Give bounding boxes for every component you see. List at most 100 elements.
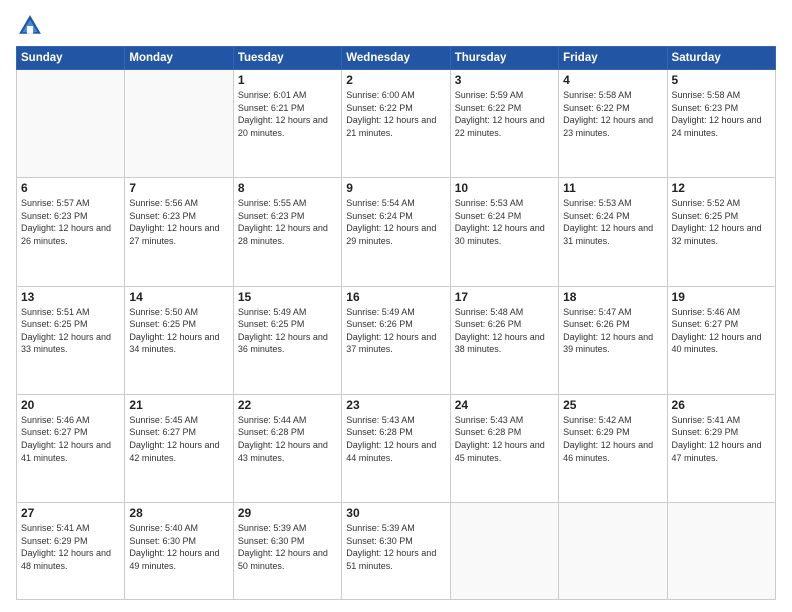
day-info: Sunrise: 6:00 AMSunset: 6:22 PMDaylight:… (346, 89, 445, 139)
calendar-cell: 30 Sunrise: 5:39 AMSunset: 6:30 PMDayligh… (342, 503, 450, 600)
calendar-cell: 13 Sunrise: 5:51 AMSunset: 6:25 PMDayligh… (17, 286, 125, 394)
calendar-cell (559, 503, 667, 600)
calendar-cell: 2 Sunrise: 6:00 AMSunset: 6:22 PMDaylight… (342, 70, 450, 178)
day-info: Sunrise: 5:58 AMSunset: 6:23 PMDaylight:… (672, 89, 771, 139)
calendar-cell: 6 Sunrise: 5:57 AMSunset: 6:23 PMDaylight… (17, 178, 125, 286)
day-info: Sunrise: 5:51 AMSunset: 6:25 PMDaylight:… (21, 306, 120, 356)
week-row-2: 6 Sunrise: 5:57 AMSunset: 6:23 PMDaylight… (17, 178, 776, 286)
day-number: 10 (455, 181, 554, 195)
day-info: Sunrise: 6:01 AMSunset: 6:21 PMDaylight:… (238, 89, 337, 139)
day-number: 14 (129, 290, 228, 304)
day-info: Sunrise: 5:54 AMSunset: 6:24 PMDaylight:… (346, 197, 445, 247)
calendar-cell: 15Sunrise: 5:49 AMSunset: 6:25 PMDayligh… (233, 286, 341, 394)
day-number: 29 (238, 506, 337, 520)
calendar-cell (17, 70, 125, 178)
calendar-cell: 1 Sunrise: 6:01 AMSunset: 6:21 PMDaylight… (233, 70, 341, 178)
day-info: Sunrise: 5:39 AMSunset: 6:30 PMDaylight:… (238, 522, 337, 572)
calendar-cell: 28 Sunrise: 5:40 AMSunset: 6:30 PMDayligh… (125, 503, 233, 600)
day-info: Sunrise: 5:49 AMSunset: 6:26 PMDaylight:… (346, 306, 445, 356)
day-number: 7 (129, 181, 228, 195)
day-info: Sunrise: 5:50 AMSunset: 6:25 PMDaylight:… (129, 306, 228, 356)
day-number: 16 (346, 290, 445, 304)
week-row-5: 27 Sunrise: 5:41 AMSunset: 6:29 PMDayligh… (17, 503, 776, 600)
day-number: 25 (563, 398, 662, 412)
day-info: Sunrise: 5:47 AMSunset: 6:26 PMDaylight:… (563, 306, 662, 356)
day-number: 3 (455, 73, 554, 87)
day-number: 2 (346, 73, 445, 87)
calendar-cell: 3 Sunrise: 5:59 AMSunset: 6:22 PMDaylight… (450, 70, 558, 178)
weekday-header-wednesday: Wednesday (342, 47, 450, 70)
calendar-cell: 26Sunrise: 5:41 AMSunset: 6:29 PMDayligh… (667, 394, 775, 502)
day-info: Sunrise: 5:43 AMSunset: 6:28 PMDaylight:… (455, 414, 554, 464)
day-info: Sunrise: 5:57 AMSunset: 6:23 PMDaylight:… (21, 197, 120, 247)
calendar-cell: 14 Sunrise: 5:50 AMSunset: 6:25 PMDayligh… (125, 286, 233, 394)
calendar-cell (125, 70, 233, 178)
day-info: Sunrise: 5:56 AMSunset: 6:23 PMDaylight:… (129, 197, 228, 247)
day-info: Sunrise: 5:46 AMSunset: 6:27 PMDaylight:… (672, 306, 771, 356)
day-number: 22 (238, 398, 337, 412)
calendar-cell (450, 503, 558, 600)
day-number: 5 (672, 73, 771, 87)
calendar-table: SundayMondayTuesdayWednesdayThursdayFrid… (16, 46, 776, 600)
calendar-cell: 7 Sunrise: 5:56 AMSunset: 6:23 PMDaylight… (125, 178, 233, 286)
day-number: 27 (21, 506, 120, 520)
day-info: Sunrise: 5:44 AMSunset: 6:28 PMDaylight:… (238, 414, 337, 464)
day-info: Sunrise: 5:48 AMSunset: 6:26 PMDaylight:… (455, 306, 554, 356)
logo (16, 12, 48, 40)
day-number: 13 (21, 290, 120, 304)
day-info: Sunrise: 5:53 AMSunset: 6:24 PMDaylight:… (563, 197, 662, 247)
weekday-header-tuesday: Tuesday (233, 47, 341, 70)
day-number: 1 (238, 73, 337, 87)
calendar-cell: 21 Sunrise: 5:45 AMSunset: 6:27 PMDayligh… (125, 394, 233, 502)
calendar-cell: 23 Sunrise: 5:43 AMSunset: 6:28 PMDayligh… (342, 394, 450, 502)
calendar-cell: 27 Sunrise: 5:41 AMSunset: 6:29 PMDayligh… (17, 503, 125, 600)
header (16, 12, 776, 40)
calendar-cell: 19 Sunrise: 5:46 AMSunset: 6:27 PMDayligh… (667, 286, 775, 394)
calendar-cell: 12Sunrise: 5:52 AMSunset: 6:25 PMDayligh… (667, 178, 775, 286)
day-info: Sunrise: 5:43 AMSunset: 6:28 PMDaylight:… (346, 414, 445, 464)
calendar-cell: 29 Sunrise: 5:39 AMSunset: 6:30 PMDayligh… (233, 503, 341, 600)
calendar-cell: 24 Sunrise: 5:43 AMSunset: 6:28 PMDayligh… (450, 394, 558, 502)
day-number: 26 (672, 398, 771, 412)
day-info: Sunrise: 5:39 AMSunset: 6:30 PMDaylight:… (346, 522, 445, 572)
day-number: 28 (129, 506, 228, 520)
day-number: 24 (455, 398, 554, 412)
calendar-cell: 16 Sunrise: 5:49 AMSunset: 6:26 PMDayligh… (342, 286, 450, 394)
day-info: Sunrise: 5:53 AMSunset: 6:24 PMDaylight:… (455, 197, 554, 247)
day-info: Sunrise: 5:59 AMSunset: 6:22 PMDaylight:… (455, 89, 554, 139)
day-number: 19 (672, 290, 771, 304)
day-number: 18 (563, 290, 662, 304)
day-number: 20 (21, 398, 120, 412)
day-info: Sunrise: 5:45 AMSunset: 6:27 PMDaylight:… (129, 414, 228, 464)
day-number: 11 (563, 181, 662, 195)
calendar-cell: 18 Sunrise: 5:47 AMSunset: 6:26 PMDayligh… (559, 286, 667, 394)
day-info: Sunrise: 5:49 AMSunset: 6:25 PMDaylight:… (238, 306, 337, 356)
day-number: 4 (563, 73, 662, 87)
weekday-header-friday: Friday (559, 47, 667, 70)
day-number: 23 (346, 398, 445, 412)
day-info: Sunrise: 5:40 AMSunset: 6:30 PMDaylight:… (129, 522, 228, 572)
day-number: 21 (129, 398, 228, 412)
calendar-cell: 9Sunrise: 5:54 AMSunset: 6:24 PMDaylight… (342, 178, 450, 286)
calendar-cell: 5 Sunrise: 5:58 AMSunset: 6:23 PMDaylight… (667, 70, 775, 178)
day-number: 8 (238, 181, 337, 195)
day-info: Sunrise: 5:46 AMSunset: 6:27 PMDaylight:… (21, 414, 120, 464)
day-number: 17 (455, 290, 554, 304)
calendar-cell: 22 Sunrise: 5:44 AMSunset: 6:28 PMDayligh… (233, 394, 341, 502)
calendar-cell: 25Sunrise: 5:42 AMSunset: 6:29 PMDayligh… (559, 394, 667, 502)
calendar-cell: 11 Sunrise: 5:53 AMSunset: 6:24 PMDayligh… (559, 178, 667, 286)
week-row-1: 1 Sunrise: 6:01 AMSunset: 6:21 PMDaylight… (17, 70, 776, 178)
week-row-4: 20 Sunrise: 5:46 AMSunset: 6:27 PMDayligh… (17, 394, 776, 502)
day-number: 30 (346, 506, 445, 520)
weekday-header-monday: Monday (125, 47, 233, 70)
day-number: 6 (21, 181, 120, 195)
day-info: Sunrise: 5:41 AMSunset: 6:29 PMDaylight:… (21, 522, 120, 572)
day-info: Sunrise: 5:55 AMSunset: 6:23 PMDaylight:… (238, 197, 337, 247)
day-info: Sunrise: 5:58 AMSunset: 6:22 PMDaylight:… (563, 89, 662, 139)
calendar-cell: 8 Sunrise: 5:55 AMSunset: 6:23 PMDaylight… (233, 178, 341, 286)
day-number: 12 (672, 181, 771, 195)
weekday-header-saturday: Saturday (667, 47, 775, 70)
calendar-cell: 10 Sunrise: 5:53 AMSunset: 6:24 PMDayligh… (450, 178, 558, 286)
week-row-3: 13 Sunrise: 5:51 AMSunset: 6:25 PMDayligh… (17, 286, 776, 394)
calendar-cell: 4 Sunrise: 5:58 AMSunset: 6:22 PMDaylight… (559, 70, 667, 178)
